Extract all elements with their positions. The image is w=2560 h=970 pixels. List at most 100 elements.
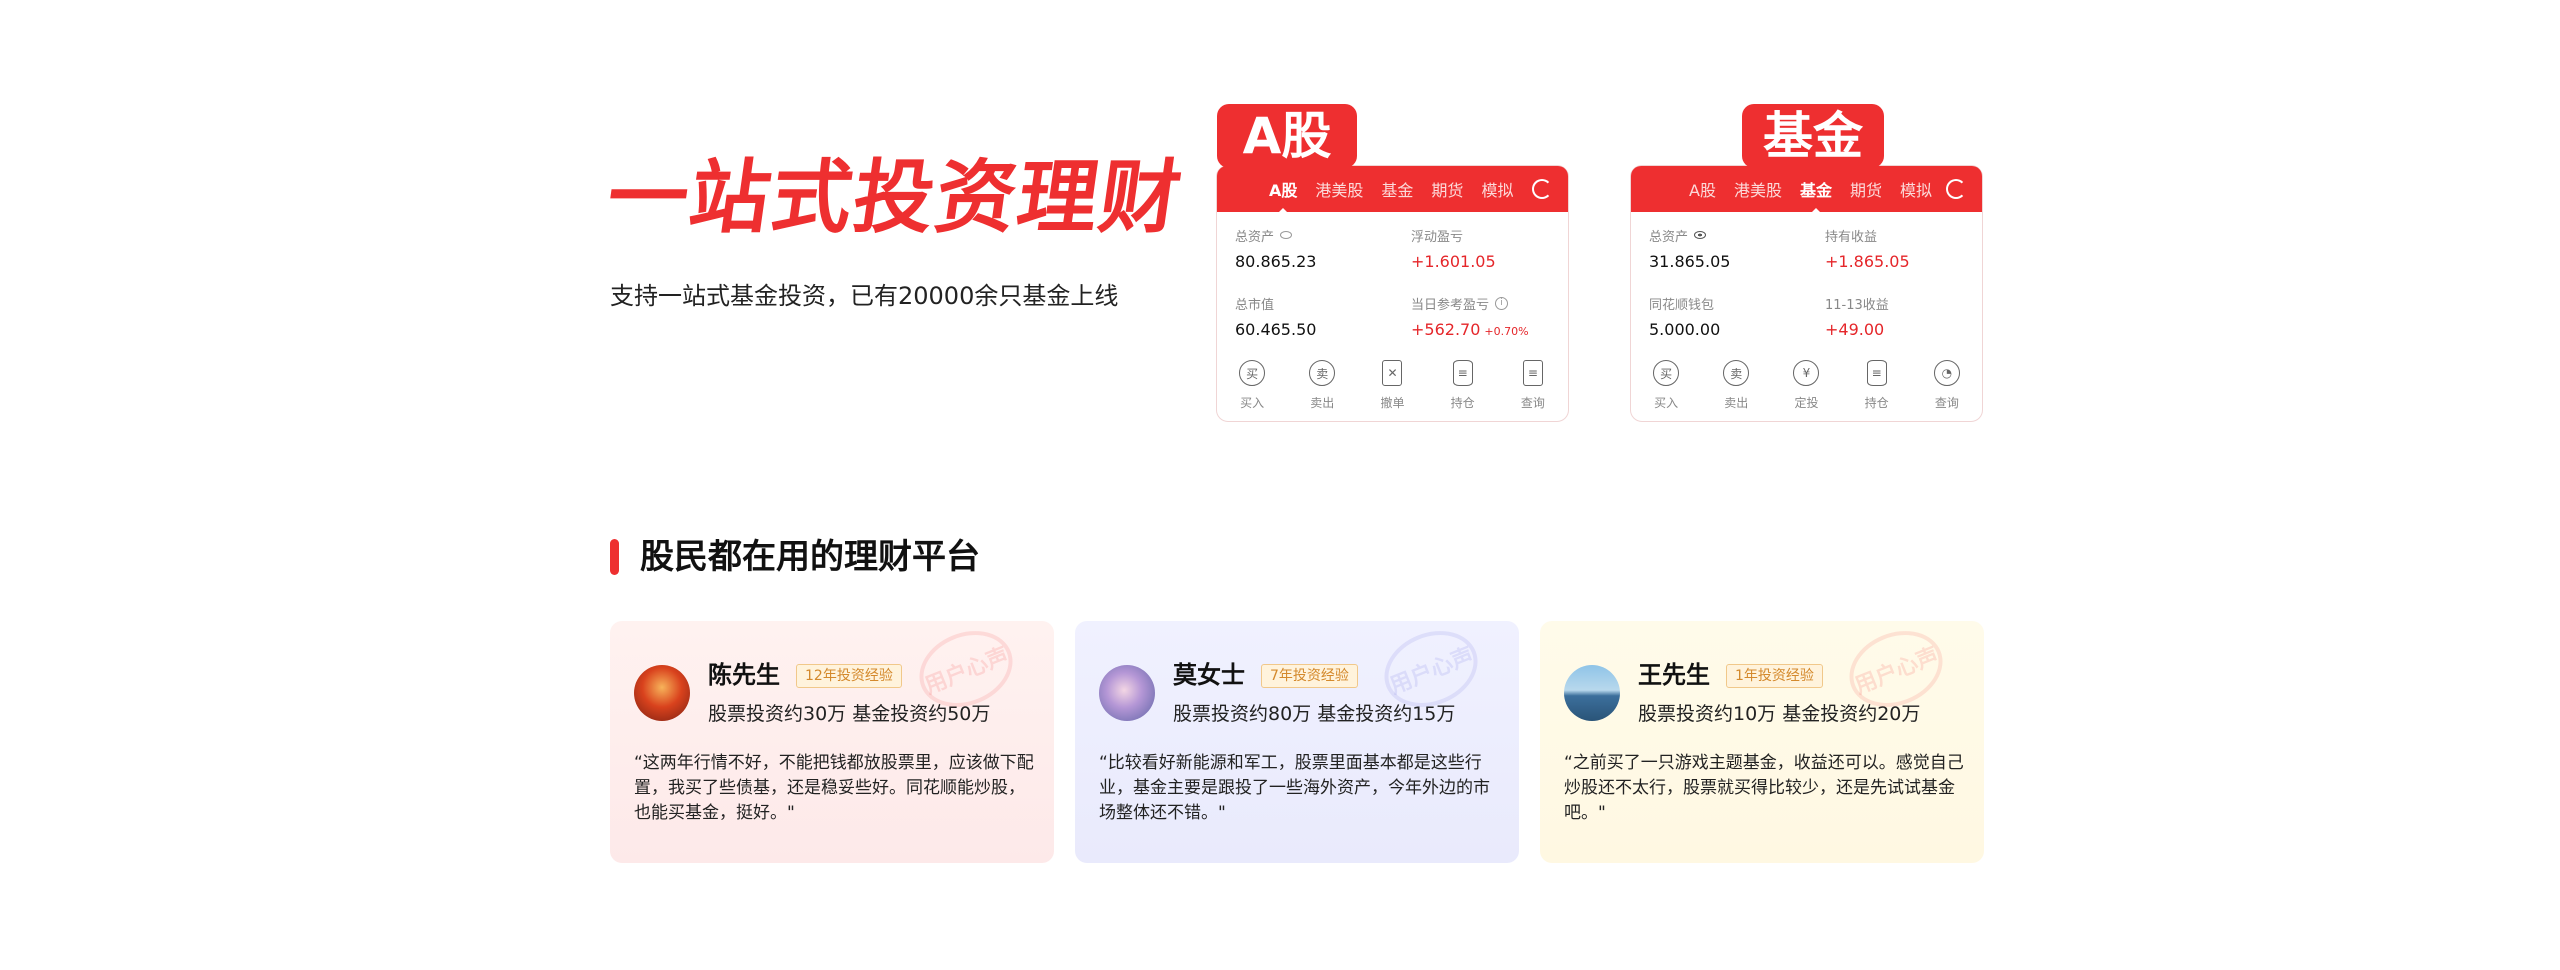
holding-income-value: +1.865.05 [1825, 252, 1910, 271]
avatar [1099, 665, 1155, 721]
sell-icon: 卖 [1723, 360, 1750, 386]
total-assets: 总资产 80.865.23 [1235, 226, 1411, 272]
stock-badge: A股 [1217, 104, 1357, 176]
yen-stopwatch-icon: ¥ [1793, 360, 1820, 386]
holding-income: 持有收益 +1.865.05 [1825, 226, 2001, 272]
daily-pnl-value: +562.70 [1411, 320, 1481, 339]
tab-hk-us[interactable]: 港美股 [1734, 177, 1782, 201]
total-assets-value: 80.865.23 [1235, 252, 1317, 271]
fund-actions: 买买入 卖卖出 ¥ 定投 ≡ 持仓 ◔ 查询 [1631, 340, 1982, 411]
section-accent-bar [610, 539, 619, 575]
market-value-label: 总市值 [1235, 297, 1275, 313]
fund-summary-grid: 总资产 31.865.05 持有收益 +1.865.05 同花顺钱包 5.000… [1631, 212, 1982, 340]
user-assets: 股票投资约80万 基金投资约15万 [1173, 703, 1456, 725]
user-name: 陈先生 [708, 661, 780, 689]
sell-icon: 卖 [1309, 360, 1336, 386]
tab-fund[interactable]: 基金 [1800, 177, 1832, 215]
eye-icon[interactable] [1280, 231, 1293, 239]
testimonial-card: 用户心声 陈先生 12年投资经验 股票投资约30万 基金投资约50万 “这两年行… [610, 621, 1054, 863]
daily-pnl-percent: +0.70% [1484, 325, 1529, 338]
user-assets: 股票投资约10万 基金投资约20万 [1638, 703, 1921, 725]
action-sell[interactable]: 卖卖出 [1292, 360, 1352, 411]
tab-simulated[interactable]: 模拟 [1481, 177, 1513, 201]
document-icon: ≡ [1522, 360, 1543, 386]
fund-badge: 基金 [1742, 104, 1884, 176]
fund-total-assets: 总资产 31.865.05 [1649, 226, 1825, 272]
hero-title: 一站式投资理财 [601, 151, 1189, 244]
daily-pnl: 当日参考盈亏 i +562.70 +0.70% [1411, 294, 1587, 340]
action-cancel-order-label: 撤单 [1380, 396, 1405, 410]
testimonial-quote: “这两年行情不好，不能把钱都放股票里，应该做下配置，我买了些债基，还是稳妥些好。… [634, 753, 1034, 823]
tab-futures[interactable]: 期货 [1850, 177, 1882, 201]
floating-pnl: 浮动盈亏 +1.601.05 [1411, 226, 1587, 272]
action-sell-label: 卖出 [1724, 396, 1749, 410]
daily-pnl-label: 当日参考盈亏 [1411, 297, 1490, 313]
wallet: 同花顺钱包 5.000.00 [1649, 294, 1825, 340]
date-income: 11-13收益 +49.00 [1825, 294, 2001, 340]
action-buy[interactable]: 买买入 [1636, 360, 1696, 411]
action-buy[interactable]: 买买入 [1222, 360, 1282, 411]
action-query[interactable]: ◔ 查询 [1917, 360, 1977, 411]
action-fixed-investment[interactable]: ¥ 定投 [1776, 360, 1836, 411]
tab-fund[interactable]: 基金 [1381, 177, 1413, 201]
wallet-value: 5.000.00 [1649, 320, 1721, 339]
action-query[interactable]: ≡ 查询 [1503, 360, 1563, 411]
tab-a-share[interactable]: A股 [1689, 177, 1716, 201]
tab-hk-us[interactable]: 港美股 [1315, 177, 1363, 201]
hero-subtitle: 支持一站式基金投资，已有20000余只基金上线 [610, 282, 1119, 310]
user-name: 王先生 [1638, 661, 1710, 689]
action-buy-label: 买入 [1240, 396, 1265, 410]
testimonial-card: 用户心声 莫女士 7年投资经验 股票投资约80万 基金投资约15万 “比较看好新… [1075, 621, 1519, 863]
action-buy-label: 买入 [1654, 396, 1679, 410]
action-positions-label: 持仓 [1450, 396, 1475, 410]
action-query-label: 查询 [1934, 396, 1959, 410]
fund-account-card: 基金 A股 港美股 基金 期货 模拟 总资产 31.865.05 持有收益 +1… [1630, 104, 1983, 422]
action-sell[interactable]: 卖卖出 [1706, 360, 1766, 411]
market-value: 总市值 60.465.50 [1235, 294, 1411, 340]
info-icon[interactable]: i [1495, 296, 1509, 310]
action-fixed-investment-label: 定投 [1794, 396, 1819, 410]
date-income-label: 11-13收益 [1825, 297, 1889, 313]
avatar [1564, 665, 1620, 721]
testimonial-card: 用户心声 王先生 1年投资经验 股票投资约10万 基金投资约20万 “之前买了一… [1540, 621, 1984, 863]
avatar [634, 665, 690, 721]
holding-income-label: 持有收益 [1825, 229, 1878, 245]
experience-badge: 1年投资经验 [1726, 664, 1823, 688]
cancel-order-icon: ✕ [1382, 360, 1403, 386]
market-value-value: 60.465.50 [1235, 320, 1317, 339]
clock-icon: ◔ [1933, 360, 1960, 386]
stock-actions: 买买入 卖卖出 ✕ 撤单 ≡ 持仓 ≡ 查询 [1217, 340, 1568, 411]
action-sell-label: 卖出 [1310, 396, 1335, 410]
floating-pnl-label: 浮动盈亏 [1411, 229, 1464, 245]
refresh-icon[interactable] [1946, 179, 1966, 199]
action-positions[interactable]: ≡ 持仓 [1433, 360, 1493, 411]
user-assets: 股票投资约30万 基金投资约50万 [708, 703, 991, 725]
buy-icon: 买 [1239, 360, 1266, 386]
database-icon: ≡ [1452, 360, 1473, 386]
date-income-value: +49.00 [1825, 320, 1885, 339]
tab-futures[interactable]: 期货 [1431, 177, 1463, 201]
tab-simulated[interactable]: 模拟 [1900, 177, 1932, 201]
stock-account-card: A股 A股 港美股 基金 期货 模拟 总资产 80.865.23 浮动盈亏 +1… [1216, 104, 1569, 422]
action-positions-label: 持仓 [1864, 396, 1889, 410]
section-title: 股民都在用的理财平台 [640, 537, 980, 577]
action-query-label: 查询 [1520, 396, 1545, 410]
database-icon: ≡ [1866, 360, 1887, 386]
fund-total-assets-value: 31.865.05 [1649, 252, 1731, 271]
fund-tab-bar: A股 港美股 基金 期货 模拟 [1631, 166, 1982, 215]
stock-summary-grid: 总资产 80.865.23 浮动盈亏 +1.601.05 总市值 60.465.… [1217, 212, 1568, 340]
wallet-label: 同花顺钱包 [1649, 297, 1715, 313]
testimonial-quote: “比较看好新能源和军工，股票里面基本都是这些行业，基金主要是跟投了一些海外资产，… [1099, 753, 1490, 823]
experience-badge: 12年投资经验 [796, 664, 902, 688]
tab-a-share[interactable]: A股 [1269, 177, 1297, 215]
user-name: 莫女士 [1173, 661, 1245, 689]
testimonial-quote: “之前买了一只游戏主题基金，收益还可以。感觉自己炒股还不太行，股票就买得比较少，… [1564, 753, 1964, 823]
action-cancel-order[interactable]: ✕ 撤单 [1362, 360, 1422, 411]
action-positions[interactable]: ≡ 持仓 [1847, 360, 1907, 411]
total-assets-label: 总资产 [1235, 229, 1275, 245]
fund-total-assets-label: 总资产 [1649, 229, 1689, 245]
floating-pnl-value: +1.601.05 [1411, 252, 1496, 271]
stock-tab-bar: A股 港美股 基金 期货 模拟 [1217, 166, 1568, 215]
refresh-icon[interactable] [1532, 179, 1552, 199]
eye-icon[interactable] [1694, 231, 1707, 239]
